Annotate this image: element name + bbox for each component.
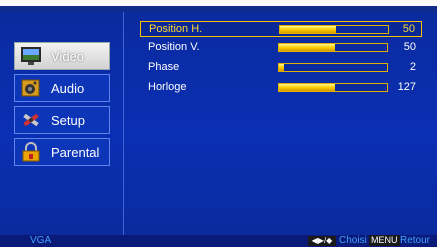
setting-label: Horloge	[148, 81, 187, 93]
setting-value: 2	[409, 61, 416, 73]
monitor-icon	[21, 47, 41, 65]
tools-icon	[23, 113, 39, 127]
level-bar[interactable]	[278, 83, 388, 92]
status-footer: VGA ◀▶/◆ Choisi MENU Retour	[0, 235, 437, 247]
panel-divider	[123, 12, 124, 235]
lock-icon	[22, 142, 40, 162]
setting-row-position-h[interactable]: Position H. 50	[140, 21, 422, 37]
sidebar-item-video[interactable]: Video	[14, 42, 110, 70]
sidebar-item-label: Video	[51, 49, 85, 64]
input-source: VGA	[30, 235, 52, 246]
sidebar-item-parental[interactable]: Parental	[14, 138, 110, 166]
menu-key-hint: MENU	[369, 235, 400, 246]
setting-value: 50	[403, 41, 416, 53]
speaker-icon	[21, 79, 40, 97]
level-bar[interactable]	[278, 43, 388, 52]
level-bar[interactable]	[278, 63, 388, 72]
setting-row-position-v[interactable]: Position V. 50	[140, 40, 422, 56]
menu-label: Retour	[400, 235, 431, 246]
level-bar[interactable]	[279, 25, 389, 34]
sidebar-item-audio[interactable]: Audio	[14, 74, 110, 102]
setting-row-phase[interactable]: Phase 2	[140, 60, 422, 76]
setting-value: 50	[402, 23, 415, 35]
setting-row-horloge[interactable]: Horloge 127	[140, 80, 422, 96]
level-fill	[279, 84, 336, 91]
setting-value: 127	[397, 81, 416, 93]
setting-label: Position V.	[148, 41, 200, 53]
level-fill	[279, 64, 285, 71]
setting-label: Position H.	[149, 23, 203, 35]
level-fill	[280, 26, 337, 33]
sidebar-item-label: Audio	[51, 81, 85, 96]
nav-label: Choisi	[339, 235, 367, 246]
osd-panel: Video Audio Setup Parental Position H. 5…	[0, 12, 437, 235]
nav-key-hint: ◀▶/◆	[308, 236, 336, 246]
setting-label: Phase	[148, 61, 180, 73]
sidebar-item-setup[interactable]: Setup	[14, 106, 110, 134]
sidebar-item-label: Parental	[51, 145, 100, 160]
sidebar-item-label: Setup	[51, 113, 85, 128]
level-fill	[279, 44, 336, 51]
